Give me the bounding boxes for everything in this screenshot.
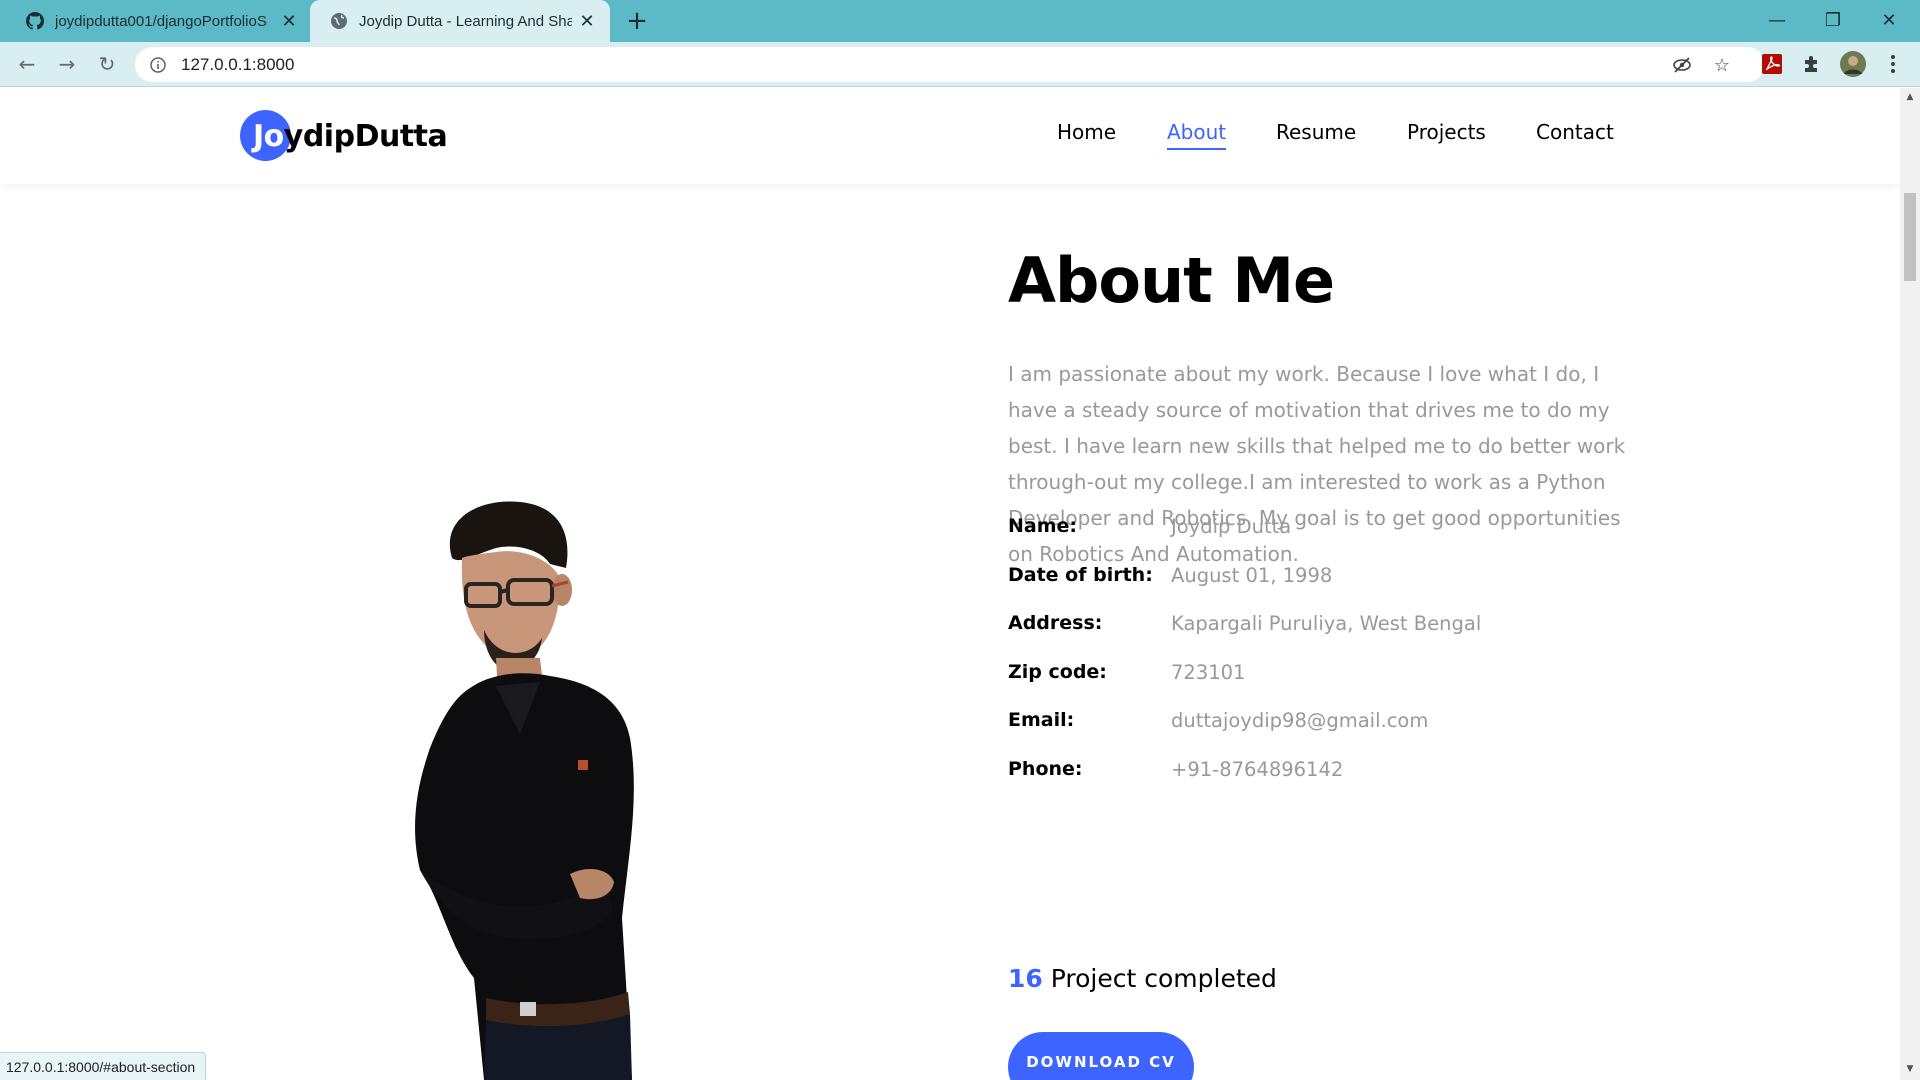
page-scrollbar[interactable]: ▲ ▼	[1900, 88, 1920, 1080]
new-tab-button[interactable]: +	[622, 6, 652, 36]
info-row-zip: Zip code: 723101	[1008, 661, 1245, 691]
site-header: JoydipDutta Home About Resume Projects C…	[0, 88, 1900, 184]
info-label: Zip code:	[1008, 661, 1107, 683]
browser-menu-icon[interactable]	[1880, 51, 1906, 77]
extensions-puzzle-icon[interactable]	[1798, 51, 1824, 77]
info-row-phone: Phone: +91-8764896142	[1008, 758, 1343, 788]
info-value: Kapargali Puruliya, West Bengal	[1171, 612, 1482, 635]
scroll-down-icon[interactable]: ▼	[1905, 1064, 1915, 1074]
info-value: August 01, 1998	[1171, 564, 1333, 587]
restore-button[interactable]: ❐	[1806, 0, 1860, 40]
pdf-extension-icon[interactable]	[1759, 51, 1785, 77]
info-value: Joydip Dutta	[1171, 515, 1292, 538]
nav-contact[interactable]: Contact	[1536, 120, 1614, 144]
info-label: Name:	[1008, 515, 1078, 537]
minimize-button[interactable]: —	[1750, 0, 1804, 40]
scrollbar-thumb[interactable]	[1904, 193, 1916, 281]
eye-off-icon[interactable]	[1671, 54, 1693, 76]
info-label: Email:	[1008, 709, 1075, 731]
bookmark-star-icon[interactable]: ☆	[1711, 54, 1733, 76]
site-logo[interactable]: JoydipDutta	[240, 110, 448, 162]
info-value: +91-8764896142	[1171, 758, 1344, 781]
close-tab-icon[interactable]: ✕	[578, 11, 596, 31]
about-title: About Me	[1008, 244, 1335, 317]
nav-about[interactable]: About	[1167, 120, 1227, 150]
download-cv-button[interactable]: DOWNLOAD CV	[1008, 1032, 1194, 1080]
browser-toolbar: ← → ↻ 127.0.0.1:8000 ☆	[0, 42, 1920, 87]
page-viewport: JoydipDutta Home About Resume Projects C…	[0, 88, 1900, 1080]
info-value: 723101	[1171, 661, 1246, 684]
logo-highlight: Jo	[253, 118, 284, 154]
browser-tab-bar: joydipdutta001/djangoPortfolioS ✕ Joydip…	[0, 0, 1920, 42]
info-value: duttajoydip98@gmail.com	[1171, 709, 1429, 732]
forward-arrow-icon[interactable]: →	[51, 48, 83, 80]
scroll-up-icon[interactable]: ▲	[1905, 92, 1915, 102]
browser-tab-github[interactable]: joydipdutta001/djangoPortfolioS ✕	[6, 0, 312, 42]
browser-tab-portfolio[interactable]: Joydip Dutta - Learning And Shar ✕	[310, 0, 610, 42]
close-window-button[interactable]: ✕	[1862, 0, 1916, 40]
close-tab-icon[interactable]: ✕	[280, 11, 298, 31]
address-bar[interactable]: 127.0.0.1:8000 ☆	[135, 47, 1765, 82]
nav-projects[interactable]: Projects	[1407, 120, 1486, 144]
info-label: Date of birth:	[1008, 564, 1153, 586]
tab-title: joydipdutta001/djangoPortfolioS	[55, 12, 267, 30]
github-icon	[26, 12, 44, 30]
nav-home[interactable]: Home	[1057, 120, 1116, 144]
status-bar-url: 127.0.0.1:8000/#about-section	[0, 1052, 207, 1080]
info-row-address: Address: Kapargali Puruliya, West Bengal	[1008, 612, 1481, 642]
logo-rest: ydipDutta	[283, 118, 448, 154]
projects-counter: 16 Project completed	[1008, 964, 1277, 993]
counter-number: 16	[1008, 964, 1043, 993]
info-row-name: Name: Joydip Dutta	[1008, 515, 1291, 545]
globe-icon	[330, 12, 348, 30]
profile-photo	[415, 501, 634, 1080]
counter-label: Project completed	[1050, 964, 1277, 993]
tab-title: Joydip Dutta - Learning And Shar	[359, 12, 572, 30]
reload-icon[interactable]: ↻	[91, 48, 123, 80]
address-url: 127.0.0.1:8000	[181, 54, 295, 74]
nav-resume[interactable]: Resume	[1276, 120, 1356, 144]
info-row-email: Email: duttajoydip98@gmail.com	[1008, 709, 1428, 739]
logo-text: JoydipDutta	[240, 118, 448, 154]
profile-avatar[interactable]	[1840, 51, 1866, 77]
info-icon[interactable]	[149, 56, 167, 74]
back-arrow-icon[interactable]: ←	[11, 48, 43, 80]
info-row-dob: Date of birth: August 01, 1998	[1008, 564, 1332, 594]
info-label: Address:	[1008, 612, 1103, 634]
info-label: Phone:	[1008, 758, 1083, 780]
